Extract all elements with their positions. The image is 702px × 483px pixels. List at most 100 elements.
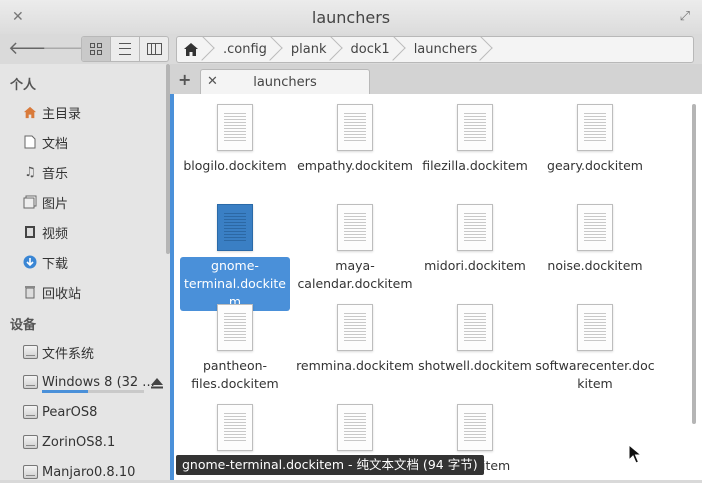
text-file-icon — [577, 204, 613, 251]
download-icon — [22, 254, 38, 270]
text-file-icon — [457, 404, 493, 451]
disk-usage-bar — [42, 390, 144, 393]
sidebar-item-label: Manjaro0.8.10 — [42, 464, 136, 480]
file-item[interactable]: filezilla.dockitem — [415, 104, 535, 175]
sidebar-item-videos[interactable]: 视频 — [22, 221, 162, 243]
breadcrumb-plank[interactable]: plank — [281, 37, 341, 62]
text-file-icon — [457, 304, 493, 351]
sidebar-item-pictures[interactable]: 图片 — [22, 191, 162, 213]
text-file-icon — [217, 204, 253, 251]
drive-icon — [22, 434, 38, 450]
text-file-icon — [577, 104, 613, 151]
text-file-icon — [337, 404, 373, 451]
file-item[interactable]: maya-calendar.dockitem — [295, 204, 415, 293]
list-view-button[interactable] — [111, 37, 140, 61]
home-icon — [184, 43, 198, 56]
eject-icon[interactable] — [150, 376, 164, 390]
sidebar-item-label: 下载 — [42, 256, 69, 272]
drive-icon — [22, 404, 38, 420]
file-name: filezilla.dockitem — [422, 158, 528, 173]
file-name: softwarecenter.dockitem — [535, 358, 655, 391]
tab-launchers[interactable]: ✕ launchers — [200, 69, 370, 95]
drive-icon — [22, 464, 38, 480]
breadcrumb: .config plank dock1 launchers — [176, 36, 694, 63]
file-name: midori.dockitem — [424, 258, 526, 273]
file-item[interactable]: blogilo.dockitem — [175, 104, 295, 175]
sidebar-device-filesystem[interactable]: 文件系统 — [22, 341, 162, 363]
text-file-icon — [217, 304, 253, 351]
sidebar-item-label: ZorinOS8.1 — [42, 434, 116, 450]
list-icon — [119, 43, 131, 55]
file-item[interactable]: noise.dockitem — [535, 204, 655, 275]
home-icon — [22, 104, 38, 120]
sidebar-item-label: 回收站 — [42, 286, 82, 302]
text-file-icon — [577, 304, 613, 351]
sidebar-device-zorinos[interactable]: ZorinOS8.1 — [22, 431, 162, 453]
sidebar-item-label: 图片 — [42, 196, 69, 212]
sidebar-item-label: Windows 8 (32 ... — [42, 374, 155, 390]
file-name: shotwell.dockitem — [418, 358, 532, 373]
title-bar: ✕ launchers ⤢ — [0, 0, 702, 34]
column-view-button[interactable] — [140, 37, 168, 61]
file-item[interactable]: shotwell.dockitem — [415, 304, 535, 375]
sidebar-header-personal: 个人 — [10, 78, 37, 93]
sidebar-item-label: 文件系统 — [42, 346, 95, 362]
content-scrollbar[interactable] — [692, 104, 696, 424]
text-file-icon — [457, 104, 493, 151]
breadcrumb-dock1[interactable]: dock1 — [341, 37, 404, 62]
file-name: gnome-terminal.dockitem — [180, 257, 290, 311]
text-file-icon — [337, 204, 373, 251]
sidebar-item-downloads[interactable]: 下载 — [22, 251, 162, 273]
icon-view-button[interactable] — [82, 37, 111, 61]
add-tab-icon[interactable]: + — [178, 70, 191, 89]
sidebar-item-label: 音乐 — [42, 166, 69, 182]
file-item[interactable]: geary.dockitem — [535, 104, 655, 175]
toolbar: 🡐 🡒 .config plank dock1 launchers — [0, 34, 702, 64]
view-switcher — [81, 36, 169, 62]
drive-icon — [22, 374, 38, 390]
file-item[interactable]: midori.dockitem — [415, 204, 535, 275]
maximize-icon[interactable]: ⤢ — [680, 9, 690, 24]
back-button[interactable]: 🡐 — [8, 37, 56, 61]
text-file-icon — [337, 304, 373, 351]
breadcrumb-home[interactable] — [177, 37, 213, 62]
sidebar-item-trash[interactable]: 回收站 — [22, 281, 162, 303]
file-name: geary.dockitem — [547, 158, 643, 173]
sidebar-item-home[interactable]: 主目录 — [22, 101, 162, 123]
tab-label: launchers — [253, 75, 317, 90]
sidebar-item-label: 主目录 — [42, 106, 82, 122]
sidebar-item-label: 文档 — [42, 136, 69, 152]
sidebar: 个人 主目录 文档 ♫ 音乐 图片 视频 下载 回收站 设备 文件系统 Wind… — [0, 64, 170, 480]
file-item[interactable]: empathy.dockitem — [295, 104, 415, 175]
text-file-icon — [337, 104, 373, 151]
text-file-icon — [217, 404, 253, 451]
sidebar-header-devices: 设备 — [10, 318, 37, 333]
file-name: pantheon-files.dockitem — [191, 358, 279, 391]
music-icon: ♫ — [24, 164, 36, 180]
file-item-selected[interactable]: gnome-terminal.dockitem — [175, 204, 295, 311]
sidebar-item-label: PearOS8 — [42, 404, 98, 420]
file-item[interactable]: softwarecenter.dockitem — [535, 304, 655, 393]
file-item[interactable]: remmina.dockitem — [295, 304, 415, 375]
file-item[interactable] — [295, 404, 415, 457]
breadcrumb-config[interactable]: .config — [213, 37, 281, 62]
video-icon — [22, 224, 38, 240]
tab-bar: + ✕ launchers — [170, 64, 702, 95]
text-file-icon — [217, 104, 253, 151]
sidebar-item-music[interactable]: ♫ 音乐 — [22, 161, 162, 183]
document-icon — [22, 134, 38, 150]
file-name: remmina.dockitem — [296, 358, 414, 373]
sidebar-item-documents[interactable]: 文档 — [22, 131, 162, 153]
file-name: blogilo.dockitem — [183, 158, 287, 173]
file-name: noise.dockitem — [547, 258, 643, 273]
forward-button[interactable]: 🡒 — [42, 37, 90, 61]
drive-icon — [22, 344, 38, 360]
mouse-cursor-icon — [628, 444, 642, 464]
file-item[interactable] — [175, 404, 295, 457]
grid-icon — [90, 43, 102, 55]
trash-icon — [22, 284, 38, 300]
file-name: empathy.dockitem — [297, 158, 413, 173]
file-item[interactable]: pantheon-files.dockitem — [175, 304, 295, 393]
sidebar-device-pearos8[interactable]: PearOS8 — [22, 401, 162, 423]
breadcrumb-launchers[interactable]: launchers — [404, 37, 492, 62]
